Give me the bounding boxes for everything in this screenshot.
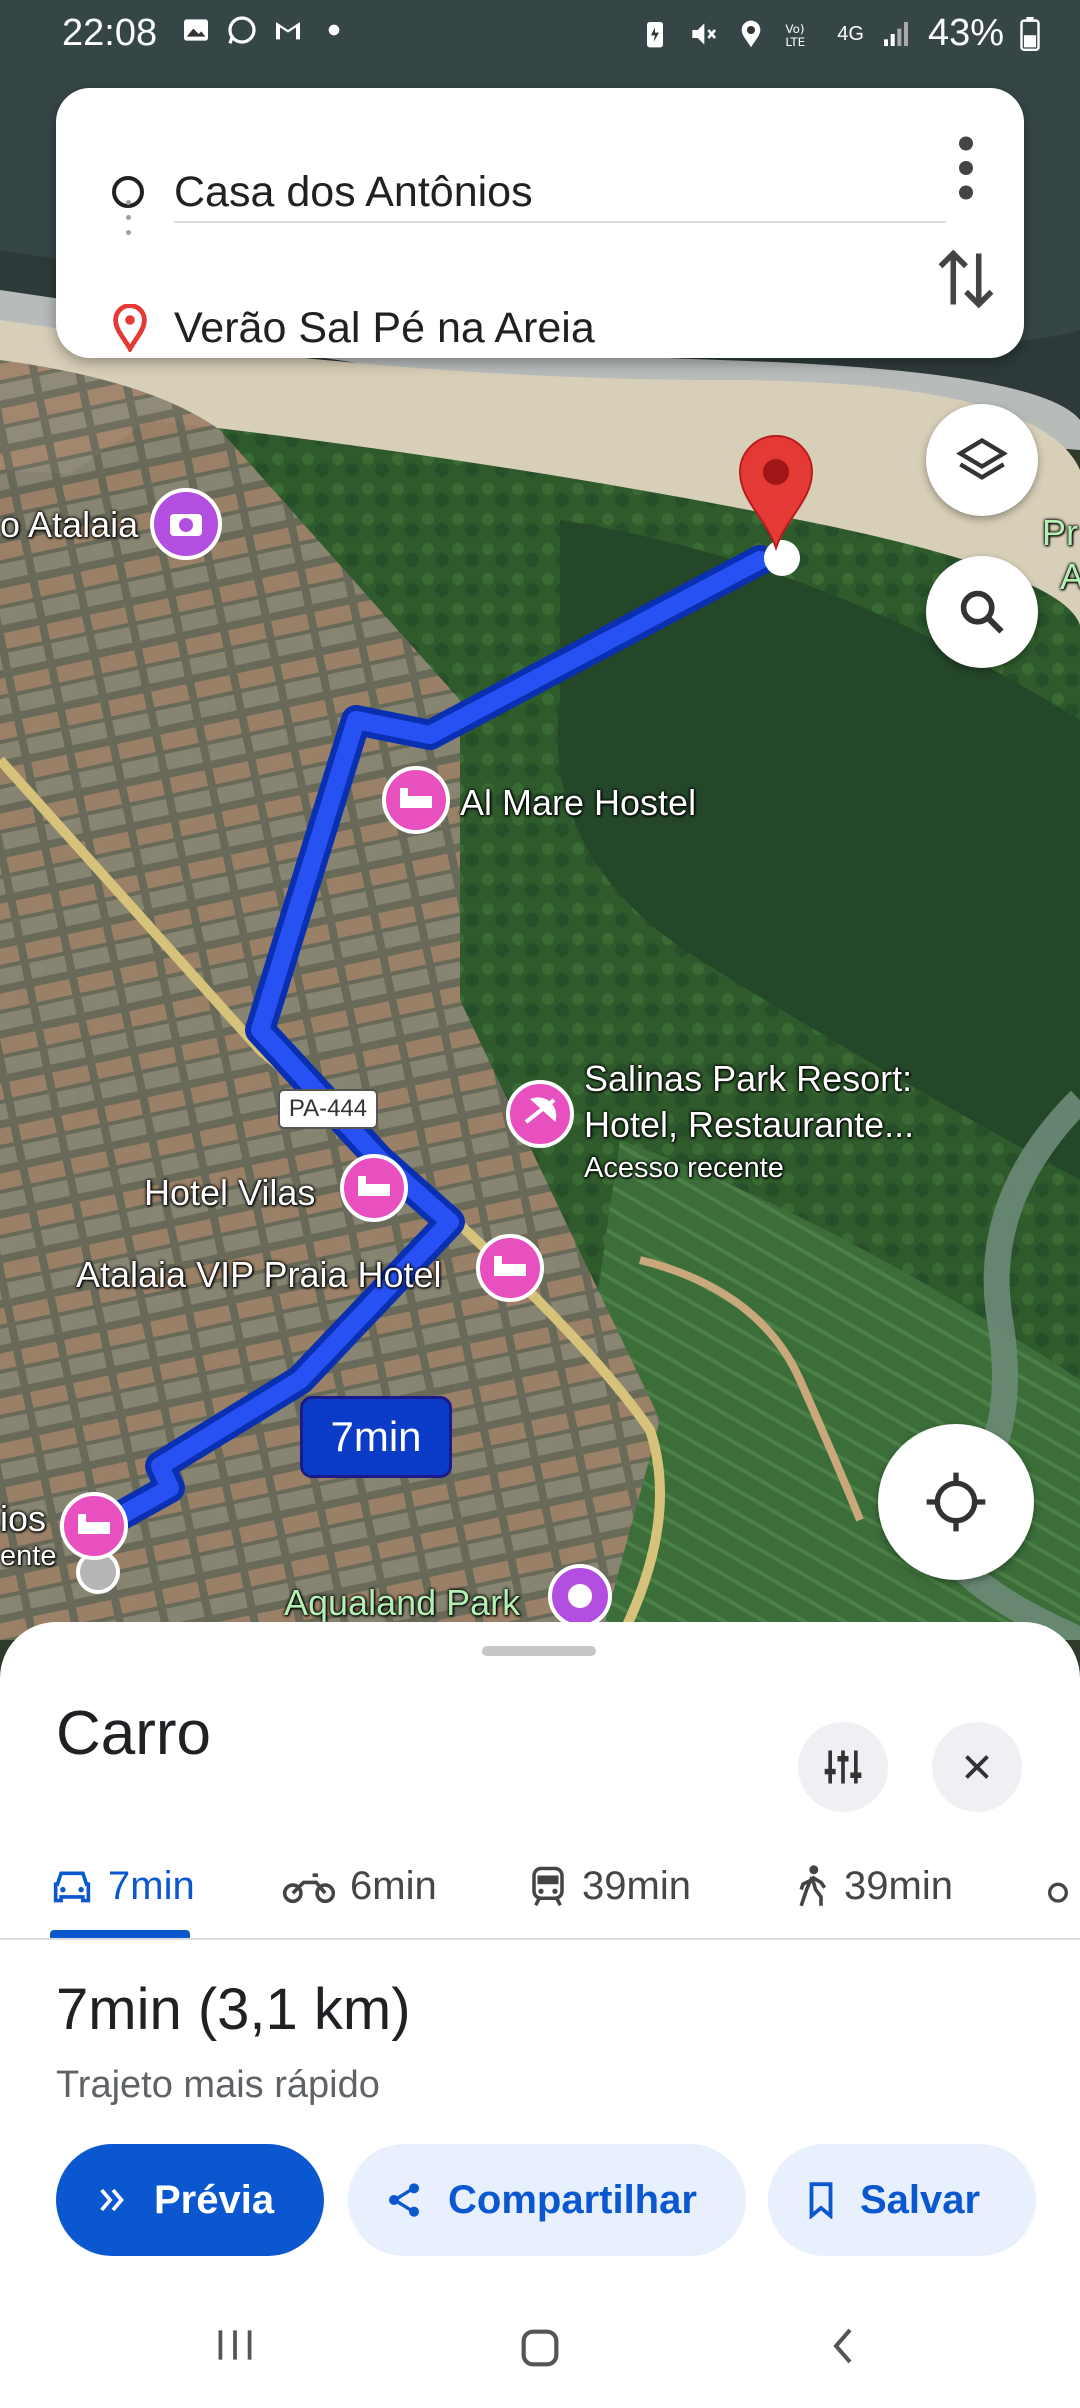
battery-percent: 43% [927,12,1004,54]
system-nav-bar [0,2300,1080,2408]
gmail-icon [276,22,300,40]
map-label-salinas-line2[interactable]: Hotel, Restaurante... [584,1104,914,1146]
route-actions: Prévia Compartilhar Salvar [0,2144,1080,2256]
motorcycle-icon [282,1873,336,1904]
close-button[interactable] [932,1722,1022,1812]
map-label-cut-right-1: Pr [1042,512,1078,553]
travel-mode-tabs: 7min 6min 39min 39min [0,1836,1080,1942]
my-location-button[interactable] [878,1424,1034,1580]
route-time-chip[interactable]: 7min [300,1396,452,1478]
notification-icons [180,14,350,46]
sheet-drag-handle[interactable] [482,1646,596,1656]
bicycle-icon [1048,1882,1068,1903]
route-divider [174,221,946,223]
map-label-cut-left-2: ente [0,1540,57,1572]
save-button-label: Salvar [860,2177,981,2222]
destination-field[interactable]: Verão Sal Pé na Areia [174,304,595,353]
bookmark-icon [809,2182,833,2219]
double-chevron-right-icon [100,2188,124,2212]
map-label-al-mare-hostel[interactable]: Al Mare Hostel [460,782,696,824]
recent-apps-icon[interactable] [210,2320,260,2370]
swap-route-icon[interactable] [934,244,998,314]
crosshair-icon [926,1472,986,1532]
svg-text:Vo): Vo) [786,21,805,35]
tab-walk[interactable]: 39min [794,1836,953,1936]
tab-transit[interactable]: 39min [528,1836,691,1936]
signal-icon [883,21,908,46]
battery-saver-icon [647,21,664,47]
origin-row[interactable]: Casa dos Antônios [56,142,1024,242]
dot-icon [328,24,340,36]
route-subtitle: Trajeto mais rápido [56,2064,380,2106]
location-icon [741,20,761,47]
whatsapp-icon [228,16,256,44]
share-button-label: Compartilhar [448,2177,697,2222]
map-label-atalaia-vip[interactable]: Atalaia VIP Praia Hotel [76,1254,442,1296]
walk-icon [799,1865,827,1907]
map-label-cut-right-2: A [1060,556,1080,597]
map-label-cut-left-1: ios [0,1498,47,1539]
layers-icon [956,437,1008,480]
tab-car-label: 7min [108,1863,195,1908]
transit-icon [532,1866,564,1907]
route-connector [126,200,132,240]
share-icon [389,2183,419,2217]
hotel-poi-icon [60,1492,128,1560]
network-type: 4G [837,22,864,45]
route-summary: 7min (3,1 km) [56,1977,411,2042]
battery-icon [1020,16,1040,51]
destination-row[interactable]: Verão Sal Pé na Areia [56,278,1024,378]
tab-car[interactable]: 7min [50,1836,195,1936]
volte-icon: Vo)LTE [786,21,806,48]
tab-bike-partial[interactable] [1048,1836,1080,1936]
preview-button[interactable]: Prévia [56,2144,324,2256]
sheet-title: Carro [56,1699,212,1768]
park-poi-icon [548,1564,612,1628]
tab-walk-label: 39min [844,1863,953,1908]
tab-transit-label: 39min [582,1863,691,1908]
hotel-poi-icon [476,1234,544,1302]
search-button[interactable] [926,556,1038,668]
more-options-icon[interactable] [946,133,986,203]
map-label-atalaia[interactable]: o Atalaia [0,504,138,546]
resort-poi-icon [506,1080,574,1148]
route-options-button[interactable] [798,1722,888,1812]
camera-poi-icon [150,488,222,560]
home-icon[interactable] [512,2320,568,2376]
car-icon [53,1871,91,1903]
gallery-icon [184,19,208,41]
system-icons: Vo) LTE 4G 43% [639,12,1040,55]
tab-motorcycle[interactable]: 6min [282,1836,437,1936]
destination-marker-icon [113,304,147,352]
layers-button[interactable] [926,404,1038,516]
svg-text:LTE: LTE [786,34,806,48]
hotel-poi-icon [382,766,450,834]
back-icon[interactable] [820,2320,868,2372]
hotel-poi-icon [340,1154,408,1222]
map-label-hotel-vilas[interactable]: Hotel Vilas [144,1172,315,1214]
map-label-salinas-line1[interactable]: Salinas Park Resort: [584,1058,912,1100]
search-icon [960,590,1004,634]
origin-field[interactable]: Casa dos Antônios [174,168,533,217]
active-tab-indicator [50,1930,190,1938]
route-card: Casa dos Antônios Verão Sal Pé na Areia [56,88,1024,358]
map-label-aqualand[interactable]: Aqualand Park [284,1582,520,1624]
tab-motorcycle-label: 6min [350,1863,437,1908]
preview-button-label: Prévia [154,2177,275,2222]
tune-icon [824,1750,862,1784]
map-label-salinas-sub: Acesso recente [584,1152,784,1184]
tabs-divider [0,1938,1080,1940]
share-button[interactable]: Compartilhar [348,2144,746,2256]
status-time: 22:08 [62,12,158,54]
close-icon [965,1755,989,1779]
mute-icon [692,22,717,45]
road-shield-pa444: PA-444 [278,1089,378,1129]
status-bar: 22:08 Vo) LTE 4G 43% [0,0,1080,74]
route-end-marker [764,540,800,576]
save-button[interactable]: Salvar [768,2144,1036,2256]
